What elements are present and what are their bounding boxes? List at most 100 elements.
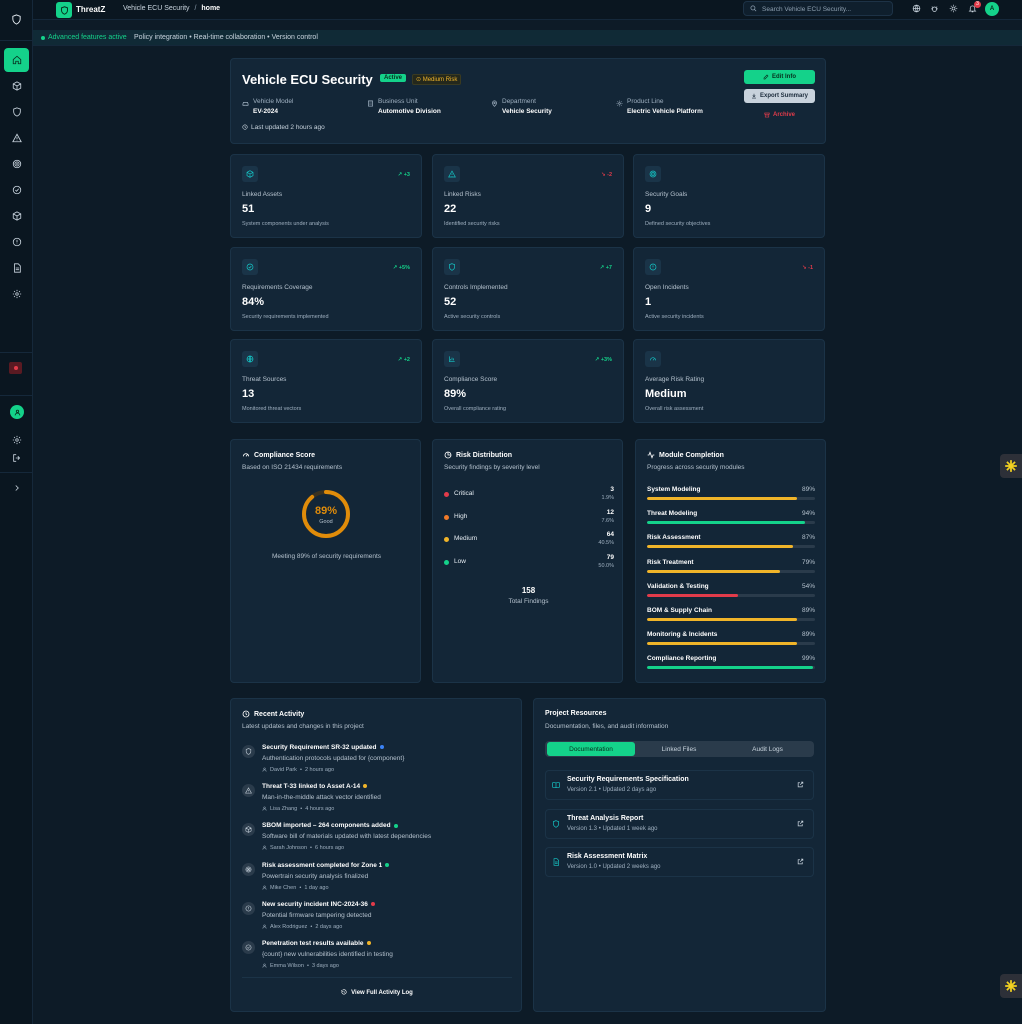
resource-document[interactable]: Security Requirements Specification Vers… [545, 770, 814, 800]
activity-user: David Park [270, 767, 297, 773]
stat-icon-wrap [645, 259, 661, 275]
activity-icon-wrap [242, 823, 255, 837]
avatar[interactable]: A [985, 2, 999, 16]
sidebar-divider [0, 395, 33, 396]
document-title: Security Requirements Specification [567, 776, 689, 783]
meta-value: Vehicle Security [502, 108, 552, 115]
resource-document[interactable]: Threat Analysis Report Version 1.3 • Upd… [545, 808, 814, 839]
stat-icon-wrap [444, 259, 460, 275]
activity-user: Mike Chen [270, 884, 297, 891]
flag-icon[interactable] [9, 362, 22, 374]
external-link-icon[interactable] [797, 820, 804, 829]
sidebar-divider [0, 352, 33, 353]
edit-info-button[interactable]: Edit Info [744, 70, 815, 84]
activity-item[interactable]: Security Requirement SR-32 updated Authe… [242, 744, 512, 782]
risk-row-high: High 12 7.6% [444, 509, 614, 529]
gauge-icon [650, 357, 656, 361]
export-summary-button[interactable]: Export Summary [744, 89, 815, 103]
activity-item[interactable]: Risk assessment completed for Zone 1 Pow… [242, 862, 512, 900]
activity-item[interactable]: SBOM imported – 264 components added Sof… [242, 822, 512, 860]
activity-time: 4 hours ago [305, 806, 335, 813]
activity-meta: Lisa Zhang • 4 hours ago [262, 806, 334, 812]
stat-card-threat-sources[interactable]: ↗ +2 Threat Sources 13 Monitored threat … [230, 339, 422, 423]
pie-chart-icon [444, 451, 452, 459]
tab-documentation[interactable]: Documentation [547, 742, 635, 756]
progress-fill [647, 545, 794, 549]
archive-button[interactable]: Archive [744, 108, 815, 122]
sidebar-item-threats[interactable] [4, 126, 29, 150]
sidebar-item-bom[interactable] [4, 204, 29, 228]
activity-title-text: Penetration test results available [262, 940, 364, 947]
progress-fill [647, 593, 738, 597]
stat-card-compliance-score[interactable]: ↗ +3% Compliance Score 89% Overall compl… [432, 339, 624, 423]
activity-title: Security Requirement SR-32 updated [262, 744, 384, 751]
activity-dot [366, 941, 371, 946]
sidebar-item-logout[interactable] [4, 446, 29, 470]
stat-value: 1 [645, 296, 652, 308]
user-icon [262, 806, 267, 811]
stat-card-requirements-coverage[interactable]: ↗ +5% Requirements Coverage 84% Security… [230, 247, 422, 331]
user-avatar[interactable] [10, 405, 24, 419]
activity-dot [370, 902, 375, 907]
sidebar-item-requirements[interactable] [4, 178, 29, 202]
activity-item[interactable]: New security incident INC-2024-36 Potent… [242, 901, 512, 939]
progress-track [647, 618, 815, 621]
sidebar-item-incidents[interactable] [4, 230, 29, 254]
stat-card-linked-assets[interactable]: ↗ +3 Linked Assets 51 System components … [230, 154, 422, 238]
stat-delta: ↗ +2 [398, 357, 410, 363]
progress-track [647, 497, 815, 500]
risk-row-critical: Critical 3 1.9% [444, 486, 614, 506]
activity-item[interactable]: Penetration test results available {coun… [242, 940, 512, 978]
resource-document[interactable]: Risk Assessment Matrix Version 1.0 • Upd… [545, 847, 814, 877]
activity-icon-wrap [242, 784, 255, 798]
brand-name[interactable]: ThreatZ [76, 5, 105, 14]
stat-description: Security requirements implemented [242, 314, 329, 320]
shield-logo-icon[interactable] [8, 11, 25, 28]
assistant-button[interactable] [1000, 454, 1022, 478]
stat-value: Medium [645, 388, 687, 400]
user-icon [14, 409, 20, 415]
activity-description: Powertrain security analysis finalized [262, 872, 369, 880]
total-findings-value: 158 [521, 586, 536, 595]
notifications-button[interactable]: 3 [968, 1, 981, 14]
stat-card-open-incidents[interactable]: ↘ -1 Open Incidents 1 Active security in… [633, 247, 825, 331]
brand-logo-icon[interactable] [56, 2, 72, 18]
sidebar-item-home[interactable] [4, 48, 29, 72]
sidebar-item-security[interactable] [4, 100, 29, 124]
clock-icon [242, 710, 250, 718]
stat-card-linked-risks[interactable]: ↘ -2 Linked Risks 22 Identified security… [432, 154, 624, 238]
tab-audit-logs[interactable]: Audit Logs [723, 742, 812, 756]
search-input[interactable] [762, 4, 887, 14]
stat-icon-wrap [242, 351, 258, 367]
stat-delta-value: +5% [398, 265, 410, 271]
theme-toggle[interactable] [949, 4, 959, 14]
view-full-activity-link[interactable]: View Full Activity Log [231, 989, 523, 996]
severity-dot [444, 514, 449, 520]
compliance-title: Compliance Score [242, 451, 315, 459]
language-button[interactable] [912, 4, 922, 14]
bug-button[interactable] [930, 4, 940, 14]
stat-description: Overall compliance rating [444, 406, 507, 412]
user-icon [262, 924, 267, 929]
stat-card-security-goals[interactable]: Security Goals 9 Defined security object… [633, 154, 825, 238]
stat-card-average-risk-rating[interactable]: Average Risk Rating Medium Overall risk … [633, 339, 825, 423]
external-link-icon[interactable] [797, 781, 804, 790]
alert-circle-icon [245, 905, 252, 912]
module-percent: 87% [801, 534, 815, 542]
warning-icon [245, 787, 252, 794]
module-percent: 89% [801, 607, 815, 614]
sidebar-item-assets[interactable] [4, 74, 29, 98]
stat-label: Controls Implemented [444, 284, 508, 291]
external-link-icon[interactable] [797, 858, 804, 867]
breadcrumb-parent[interactable]: Vehicle ECU Security [123, 5, 190, 12]
severity-name: High [454, 512, 468, 520]
tab-linked-files[interactable]: Linked Files [635, 742, 723, 756]
sidebar-item-reports[interactable] [4, 256, 29, 280]
activity-item[interactable]: Threat T-33 linked to Asset A-14 Man-in-… [242, 783, 512, 821]
activity-meta: David Park • 2 hours ago [262, 767, 334, 773]
sidebar-item-settings[interactable] [4, 282, 29, 306]
assistant-button-secondary[interactable] [1000, 974, 1022, 998]
sidebar-item-goals[interactable] [4, 152, 29, 176]
stat-card-controls-implemented[interactable]: ↗ +7 Controls Implemented 52 Active secu… [432, 247, 624, 331]
sidebar-expand-button[interactable] [4, 476, 29, 500]
